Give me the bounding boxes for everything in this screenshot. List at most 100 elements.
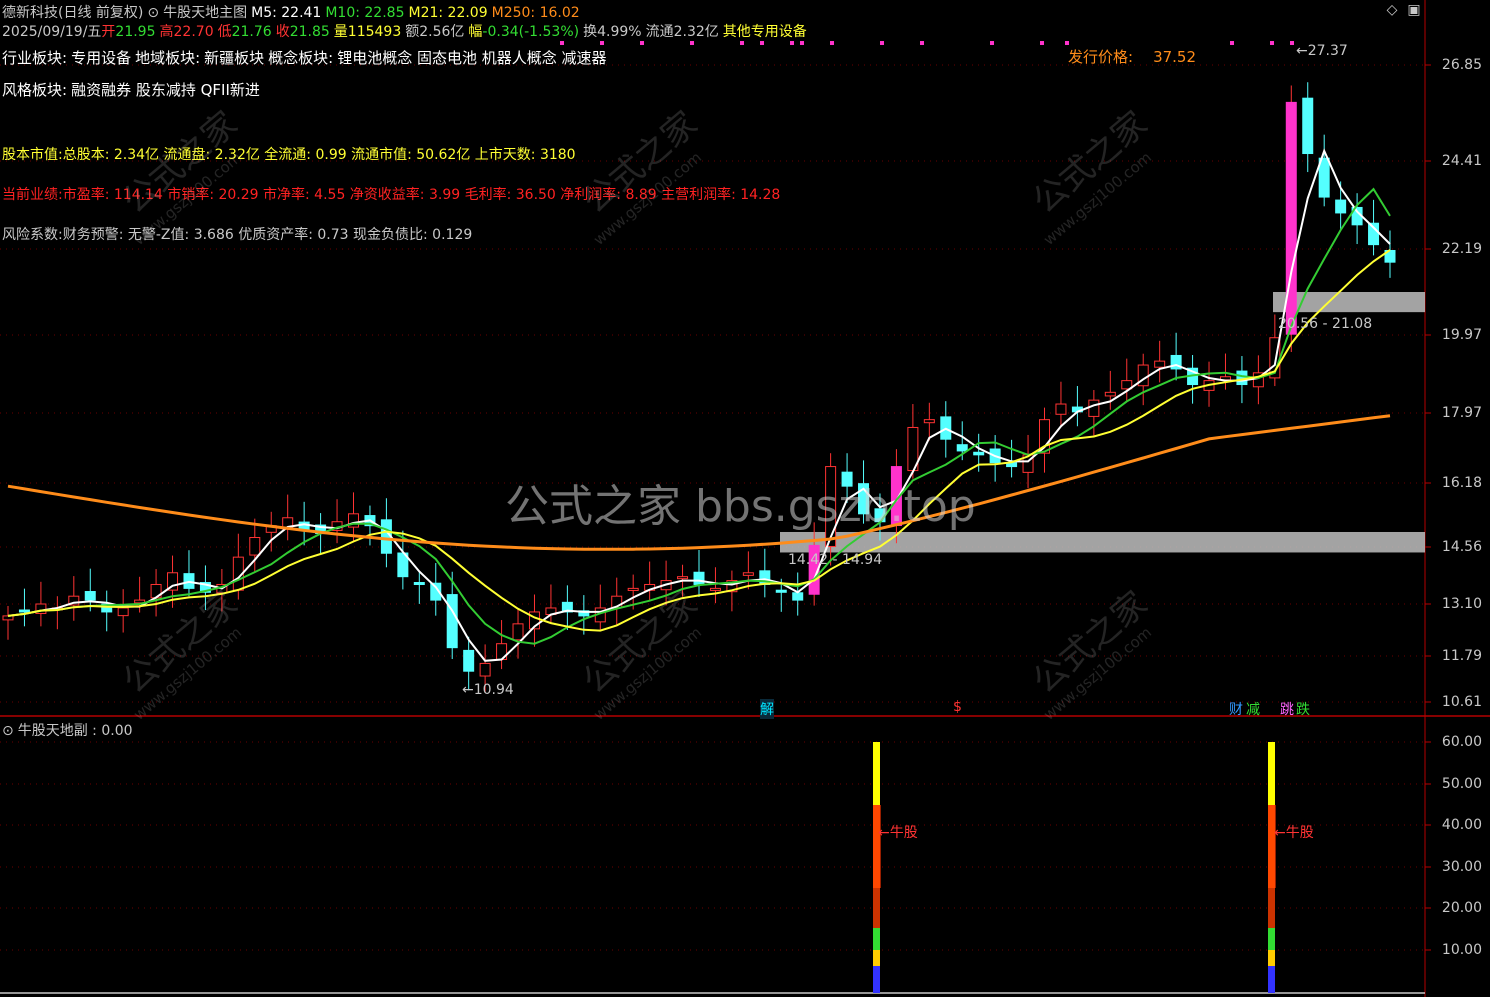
ma10-label: M10: 22.85: [325, 5, 405, 21]
y-label: 26.85: [1441, 57, 1482, 73]
marker-die[interactable]: 跌: [1296, 699, 1310, 719]
candle-body: [512, 623, 524, 641]
candle-body: [1055, 403, 1067, 415]
candle-body: [1104, 391, 1116, 397]
y-label: 11.79: [1441, 648, 1482, 664]
candle-body: [973, 451, 985, 456]
sub-y-label: 20.00: [1441, 900, 1482, 916]
candle-body: [463, 649, 475, 672]
marker-jie[interactable]: 解: [760, 699, 774, 719]
sub-y-label: 40.00: [1441, 817, 1482, 833]
signal-bar-glow: [1268, 805, 1276, 888]
signal-dot: [1230, 41, 1234, 45]
issue-price-label: 发行价格:: [1068, 48, 1134, 66]
y-label: 13.10: [1441, 596, 1482, 612]
signal-bar-segment: [873, 928, 880, 950]
style-label: 风格板块:: [2, 81, 68, 99]
candle-body: [249, 537, 261, 556]
candle-body: [693, 571, 705, 585]
sector-label: 行业板块:: [2, 49, 68, 67]
stock-name[interactable]: 德新科技(日线 前复权): [2, 5, 143, 21]
candle-body: [792, 592, 804, 601]
peak-value: 27.37: [1307, 43, 1348, 59]
sub-panel-title[interactable]: 牛股天地副 : 0.00: [18, 723, 133, 739]
signal-label-2: ←牛股: [1274, 825, 1314, 841]
concept-label: 概念板块:: [268, 49, 334, 67]
window-toggle-icon[interactable]: ▣: [1406, 2, 1422, 18]
signal-bar-segment: [873, 742, 880, 805]
indicator-name[interactable]: 牛股天地主图: [163, 5, 247, 21]
candle-body: [709, 587, 721, 591]
header-bar: 德新科技(日线 前复权) ⊙ 牛股天地主图 M5: 22.41 M10: 22.85 M2…: [2, 2, 584, 22]
signal-dot: [790, 41, 794, 45]
candle-body: [446, 594, 458, 649]
signal-dot: [1270, 41, 1274, 45]
signal-bar-segment: [1268, 950, 1275, 966]
float-label: 流通: [645, 24, 674, 40]
ma250-label: M250: 16.02: [491, 5, 580, 21]
quote-date: 2025/09/19/五: [2, 24, 102, 40]
style-value: 融资融券 股东减持 QFII新进: [71, 81, 260, 99]
y-label: 10.61: [1441, 694, 1482, 710]
capital-label: 股本市值:: [2, 147, 63, 163]
signal-dot: [1065, 41, 1069, 45]
amt-value: 2.56亿: [419, 24, 465, 40]
candle-body: [1302, 97, 1314, 155]
vol-value: 115493: [347, 24, 402, 40]
signal-bar-segment: [873, 888, 880, 928]
sub-y-label: 30.00: [1441, 859, 1482, 875]
ma21-label: M21: 22.09: [408, 5, 488, 21]
vol-label: 量: [333, 24, 348, 40]
marker-cai[interactable]: 财: [1229, 699, 1243, 719]
signal-dot: [1040, 41, 1044, 45]
signal-dot: [640, 41, 644, 45]
risk-row: 风险系数:财务预警: 无警-Z值: 3.686 优质资产率: 0.73 现金负债…: [2, 224, 476, 244]
performance-label: 当前业绩:: [2, 187, 63, 203]
high-value: 22.70: [173, 24, 214, 40]
signal-dot: [830, 41, 834, 45]
candle-body: [742, 572, 754, 576]
industry-value: 其他专用设备: [722, 24, 807, 40]
y-label: 17.97: [1441, 405, 1482, 421]
sub-y-label: 50.00: [1441, 776, 1482, 792]
turn-value: 4.99%: [597, 24, 642, 40]
candle-body: [1335, 199, 1347, 214]
chg-value: -0.34(-1.53%): [482, 24, 580, 40]
signal-bar-segment: [1268, 966, 1275, 993]
center-watermark: 公式之家 bbs.gszb.top: [505, 481, 976, 532]
signal-bar-segment: [1268, 888, 1275, 928]
diamond-icon[interactable]: ◇: [1384, 2, 1400, 18]
risk-label: 风险系数:: [2, 227, 63, 243]
ma5-label: M5: 22.41: [251, 5, 322, 21]
y-label: 19.97: [1441, 327, 1482, 343]
marker-dollar[interactable]: $: [953, 699, 962, 715]
amt-label: 额: [405, 24, 420, 40]
sector-value: 专用设备: [71, 49, 132, 67]
y-label: 22.19: [1441, 241, 1482, 257]
candle-body: [84, 591, 96, 601]
signal-dot: [600, 41, 604, 45]
signal-dot: [1290, 41, 1294, 45]
sector-row: 行业板块: 专用设备 地域板块: 新疆板块 概念板块: 锂电池概念 固态电池 机器人概念 …: [2, 47, 611, 68]
signal-label-1-text: 牛股: [889, 825, 918, 841]
signal-bar-segment: [873, 950, 880, 966]
chevron-down-icon[interactable]: ⊙: [147, 5, 159, 21]
marker-tiao[interactable]: 跳: [1280, 699, 1294, 719]
float-value: 2.32亿: [673, 24, 719, 40]
sub-y-label: 60.00: [1441, 734, 1482, 750]
zone-lower-label: 14.42 - 14.94: [788, 552, 883, 568]
candle-body: [2, 615, 14, 621]
candle-body: [1236, 370, 1248, 386]
issue-price-row: 发行价格: 37.52: [1068, 46, 1196, 67]
marker-jian[interactable]: 减: [1246, 699, 1260, 719]
signal-dot: [880, 41, 884, 45]
candle-body: [627, 587, 639, 591]
peak-annotation: ←27.37: [1296, 43, 1348, 59]
sub-chevron-icon[interactable]: ⊙: [2, 723, 14, 739]
candle-body: [413, 582, 425, 586]
sub-y-label: 10.00: [1441, 942, 1482, 958]
signal-dot: [760, 41, 764, 45]
open-value: 21.95: [115, 24, 156, 40]
y-label: 24.41: [1441, 153, 1482, 169]
region-value: 新疆板块: [204, 49, 265, 67]
